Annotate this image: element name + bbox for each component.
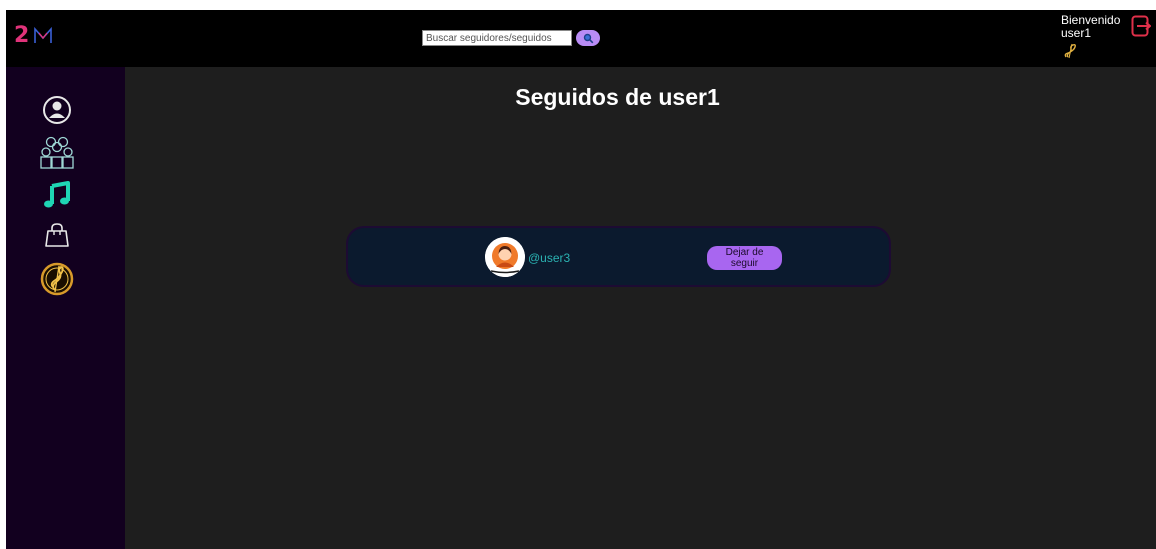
profile-icon[interactable] <box>42 95 72 125</box>
welcome-block: Bienvenido user1 <box>1061 14 1120 40</box>
unfollow-button[interactable]: Dejar de seguir <box>707 246 782 270</box>
top-bar: 2 Bienvenido user1 <box>6 10 1156 67</box>
following-username[interactable]: @user3 <box>528 251 570 265</box>
shopping-bag-icon[interactable] <box>44 222 70 248</box>
logo-m-icon <box>34 27 53 43</box>
search-bar <box>422 30 600 46</box>
group-icon[interactable] <box>39 134 75 170</box>
logout-icon[interactable] <box>1131 15 1151 37</box>
page-title: Seguidos de user1 <box>515 84 720 110</box>
treble-clef-icon <box>1064 43 1076 59</box>
avatar-illustration <box>485 237 525 277</box>
treble-clef-medal-icon[interactable] <box>40 262 74 296</box>
welcome-username: user1 <box>1061 26 1092 40</box>
following-card: @user3 Dejar de seguir <box>346 226 891 287</box>
app-frame: 2 Bienvenido user1 <box>6 10 1156 549</box>
search-input[interactable] <box>422 30 572 46</box>
sidebar <box>6 67 125 549</box>
search-button[interactable] <box>576 30 600 46</box>
app-logo[interactable]: 2 <box>14 24 53 48</box>
logo-number: 2 <box>14 23 30 48</box>
search-icon <box>583 33 593 43</box>
music-note-icon[interactable] <box>42 180 72 210</box>
user-avatar-icon[interactable] <box>485 237 525 277</box>
